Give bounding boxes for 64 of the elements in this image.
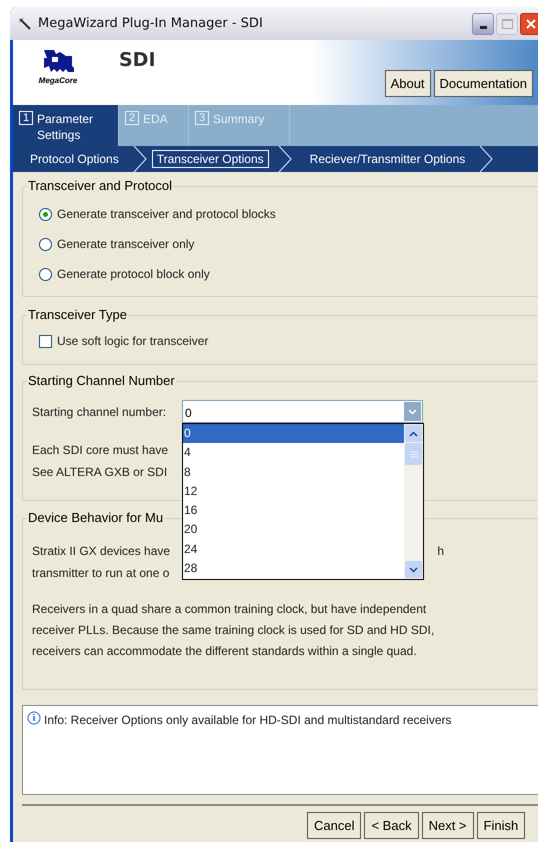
header-button[interactable]: Documentation	[434, 70, 533, 97]
chevron-icon	[276, 146, 293, 172]
page-title: SDI	[119, 48, 156, 73]
note-text: Each SDI core must have	[32, 442, 168, 459]
wizard-button[interactable]: < Back	[364, 812, 419, 839]
wand-icon	[18, 16, 32, 30]
tab-number: 2	[125, 111, 139, 125]
chevron-up-icon	[409, 430, 418, 436]
group-title: Transceiver Type	[27, 307, 128, 323]
radio-label: Generate transceiver only	[57, 236, 194, 253]
group-title: Starting Channel Number	[27, 373, 176, 389]
wizard-button[interactable]: Next >	[422, 812, 474, 839]
checkbox[interactable]	[39, 334, 52, 348]
dropdown-option[interactable]: 8	[183, 462, 404, 482]
minimize-icon	[480, 26, 486, 28]
close-button[interactable]	[520, 12, 538, 34]
scrollbar[interactable]	[404, 424, 423, 579]
step-button[interactable]: Protocol Options	[25, 150, 124, 168]
chevron-down-icon	[408, 408, 417, 414]
wizard-tab[interactable]: 1 Parameter Settings	[13, 105, 119, 146]
scroll-thumb[interactable]	[405, 443, 422, 465]
combo-value: 0	[184, 405, 192, 422]
dropdown-option[interactable]: 12	[183, 482, 404, 502]
logo-text: MegaCore	[38, 76, 78, 86]
dropdown-option[interactable]: 28	[183, 559, 404, 578]
tab-label: Parameter Settings	[37, 111, 94, 143]
maximize-icon	[502, 18, 512, 28]
description-paragraph: Receivers in a quad share a common training clock, but have independent receiver PLLs. Because the same training clock is used for SD and HD SDI, receivers can accommodate the different standards within a single quad.	[32, 601, 436, 660]
radio-label: Generate protocol block only	[57, 266, 210, 283]
dropdown-option[interactable]: 24	[183, 540, 404, 560]
window-title: MegaWizard Plug-In Manager - SDI	[38, 14, 263, 33]
header-button[interactable]: About	[384, 70, 431, 97]
info-message: Info: Receiver Options only available for HD-SDI and multistandard receivers	[44, 712, 452, 729]
grip-icon	[410, 450, 418, 458]
scroll-up-button[interactable]	[405, 425, 422, 442]
description-text: h	[437, 543, 444, 560]
tab-number: 1	[19, 111, 33, 125]
checkbox-label: Use soft logic for transceiver	[57, 333, 208, 350]
step-button[interactable]: Reciever/Transmitter Options	[304, 150, 470, 168]
description-text: Stratix II GX devices have	[32, 543, 170, 560]
note-text: See ALTERA GXB or SDI	[32, 464, 168, 481]
dropdown-option[interactable]: 16	[183, 501, 404, 520]
radio-button[interactable]	[39, 208, 52, 220]
radio-button[interactable]	[39, 238, 52, 250]
tab-label: Summary	[213, 111, 266, 127]
wizard-button[interactable]: Finish	[476, 812, 526, 839]
chevron-icon	[478, 146, 494, 172]
dropdown-option[interactable]: 0	[183, 424, 404, 444]
radio-button[interactable]	[39, 268, 52, 280]
tab-label: EDA	[143, 111, 169, 127]
tab-number: 3	[195, 111, 209, 125]
chevron-icon	[132, 146, 148, 172]
radio-label: Generate transceiver and protocol blocks	[57, 206, 276, 223]
wizard-button[interactable]: Cancel	[307, 812, 362, 839]
dropdown-option[interactable]: 20	[183, 520, 404, 540]
description-text: transmitter to run at one o	[32, 565, 170, 582]
field-label: Starting channel number:	[32, 404, 168, 420]
minimize-button[interactable]	[472, 12, 494, 34]
info-icon	[26, 711, 41, 725]
close-icon	[526, 18, 536, 28]
chevron-down-icon	[409, 566, 418, 572]
step-button[interactable]: Transceiver Options	[152, 150, 269, 168]
scroll-down-button[interactable]	[405, 561, 422, 578]
dropdown-option[interactable]: 4	[183, 443, 404, 463]
